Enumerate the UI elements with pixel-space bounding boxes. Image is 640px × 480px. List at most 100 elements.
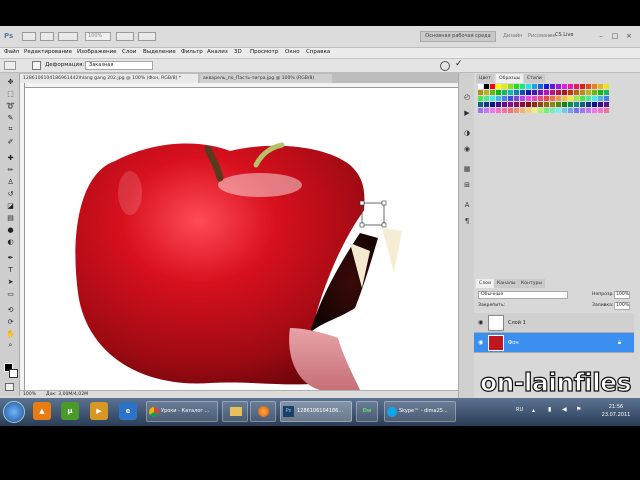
swatch[interactable]	[526, 90, 531, 95]
eyedropper-tool-icon[interactable]: ✐	[5, 137, 16, 146]
swatch[interactable]	[520, 108, 525, 113]
menu-image[interactable]: Изображение	[77, 49, 117, 55]
swatch[interactable]	[478, 102, 483, 107]
swatch[interactable]	[574, 96, 579, 101]
pen-tool-icon[interactable]: ✒	[5, 253, 16, 262]
swatch[interactable]	[520, 84, 525, 89]
swatch[interactable]	[556, 96, 561, 101]
swatch[interactable]	[544, 108, 549, 113]
flag-icon[interactable]: ⚑	[576, 406, 581, 413]
clock[interactable]: 21:56 23.07.2011	[598, 403, 634, 419]
swatch[interactable]	[598, 102, 603, 107]
workspace-design-link[interactable]: Дизайн	[503, 33, 522, 39]
swatch[interactable]	[562, 90, 567, 95]
layer-row[interactable]: ◉ Слой 1	[474, 313, 634, 333]
workspace-painting-link[interactable]: Рисование	[528, 33, 556, 39]
language-indicator[interactable]: RU	[516, 407, 523, 413]
swatch[interactable]	[514, 108, 519, 113]
swatch[interactable]	[538, 90, 543, 95]
tab-layers[interactable]: Слои	[476, 279, 494, 288]
menu-file[interactable]: Файл	[4, 49, 19, 55]
swatch[interactable]	[586, 96, 591, 101]
status-zoom[interactable]: 100%	[23, 392, 36, 397]
swatch[interactable]	[544, 84, 549, 89]
tab-styles[interactable]: Стили	[524, 74, 545, 83]
swatch[interactable]	[490, 96, 495, 101]
swatch[interactable]	[550, 84, 555, 89]
swatch[interactable]	[496, 84, 501, 89]
cancel-transform-icon[interactable]	[440, 61, 450, 71]
tab-paths[interactable]: Контуры	[518, 279, 546, 288]
ie-icon[interactable]: e	[119, 402, 137, 420]
menu-window[interactable]: Окно	[285, 49, 300, 55]
swatches-grid[interactable]	[478, 84, 614, 120]
workspace-more-button[interactable]: »	[548, 33, 551, 39]
swatch[interactable]	[502, 90, 507, 95]
swatch[interactable]	[520, 96, 525, 101]
quick-mask-icon[interactable]	[5, 383, 14, 391]
menu-edit[interactable]: Редактирование	[24, 49, 72, 55]
swatch[interactable]	[586, 102, 591, 107]
swatch[interactable]	[604, 90, 609, 95]
tool-preset-picker[interactable]	[4, 61, 16, 70]
hand-tool-icon[interactable]: ✋	[5, 329, 16, 338]
swatch[interactable]	[568, 96, 573, 101]
swatch[interactable]	[580, 102, 585, 107]
utorrent-icon[interactable]: µ	[61, 402, 79, 420]
dodge-tool-icon[interactable]: ◐	[5, 237, 16, 246]
swatch[interactable]	[490, 102, 495, 107]
document-canvas[interactable]	[20, 83, 458, 390]
taskbar-chrome-window[interactable]: Уроки - Каталог ...	[146, 401, 218, 422]
swatch[interactable]	[526, 96, 531, 101]
background-color-swatch[interactable]	[9, 369, 18, 378]
swatch[interactable]	[580, 96, 585, 101]
tab-color[interactable]: Цвет	[476, 74, 494, 83]
visibility-eye-icon[interactable]: ◉	[478, 339, 483, 346]
warp-mode-select[interactable]: Заказная	[85, 61, 153, 70]
swatch[interactable]	[478, 108, 483, 113]
swatch[interactable]	[520, 102, 525, 107]
swatch[interactable]	[580, 90, 585, 95]
paragraph-panel-icon[interactable]: ¶	[462, 217, 472, 226]
swatch[interactable]	[532, 90, 537, 95]
swatch[interactable]	[604, 96, 609, 101]
swatch[interactable]	[574, 102, 579, 107]
swatch[interactable]	[508, 108, 513, 113]
swatch[interactable]	[508, 102, 513, 107]
swatch[interactable]	[478, 90, 483, 95]
swatch[interactable]	[502, 102, 507, 107]
swatch[interactable]	[478, 84, 483, 89]
swatch[interactable]	[604, 108, 609, 113]
clone-stamp-tool-icon[interactable]: ♙	[5, 177, 16, 186]
taskbar-dreamweaver-window[interactable]: Dw	[356, 401, 378, 422]
swatch[interactable]	[586, 90, 591, 95]
swatch[interactable]	[562, 96, 567, 101]
swatch[interactable]	[580, 84, 585, 89]
swatch[interactable]	[556, 102, 561, 107]
swatch[interactable]	[574, 84, 579, 89]
history-panel-icon[interactable]: ◴	[462, 93, 472, 102]
taskbar-photoshop-window[interactable]: Ps 1286106104186...	[280, 401, 352, 422]
commit-transform-icon[interactable]: ✓	[455, 59, 463, 69]
actions-panel-icon[interactable]: ▶	[462, 109, 472, 118]
character-panel-icon[interactable]: A	[462, 201, 472, 210]
swatch[interactable]	[592, 108, 597, 113]
swatch[interactable]	[532, 108, 537, 113]
swatch[interactable]	[526, 84, 531, 89]
swatch[interactable]	[490, 84, 495, 89]
swatch[interactable]	[508, 90, 513, 95]
swatch[interactable]	[568, 108, 573, 113]
swatch[interactable]	[562, 84, 567, 89]
guides-icon[interactable]	[58, 32, 78, 41]
menu-analysis[interactable]: Анализ	[207, 49, 228, 55]
swatch[interactable]	[532, 96, 537, 101]
swatch[interactable]	[586, 108, 591, 113]
swatch[interactable]	[556, 90, 561, 95]
taskbar-skype-window[interactable]: Skype™ - dima25...	[384, 401, 456, 422]
media-player-icon[interactable]: ▶	[90, 402, 108, 420]
view-icon[interactable]	[116, 32, 134, 41]
swatch[interactable]	[550, 108, 555, 113]
swatch[interactable]	[550, 96, 555, 101]
swatch[interactable]	[520, 90, 525, 95]
tab-tiger-mouth-document[interactable]: акварель_по_Пасть-тигра.jpg @ 100% (RGB/…	[200, 74, 332, 83]
